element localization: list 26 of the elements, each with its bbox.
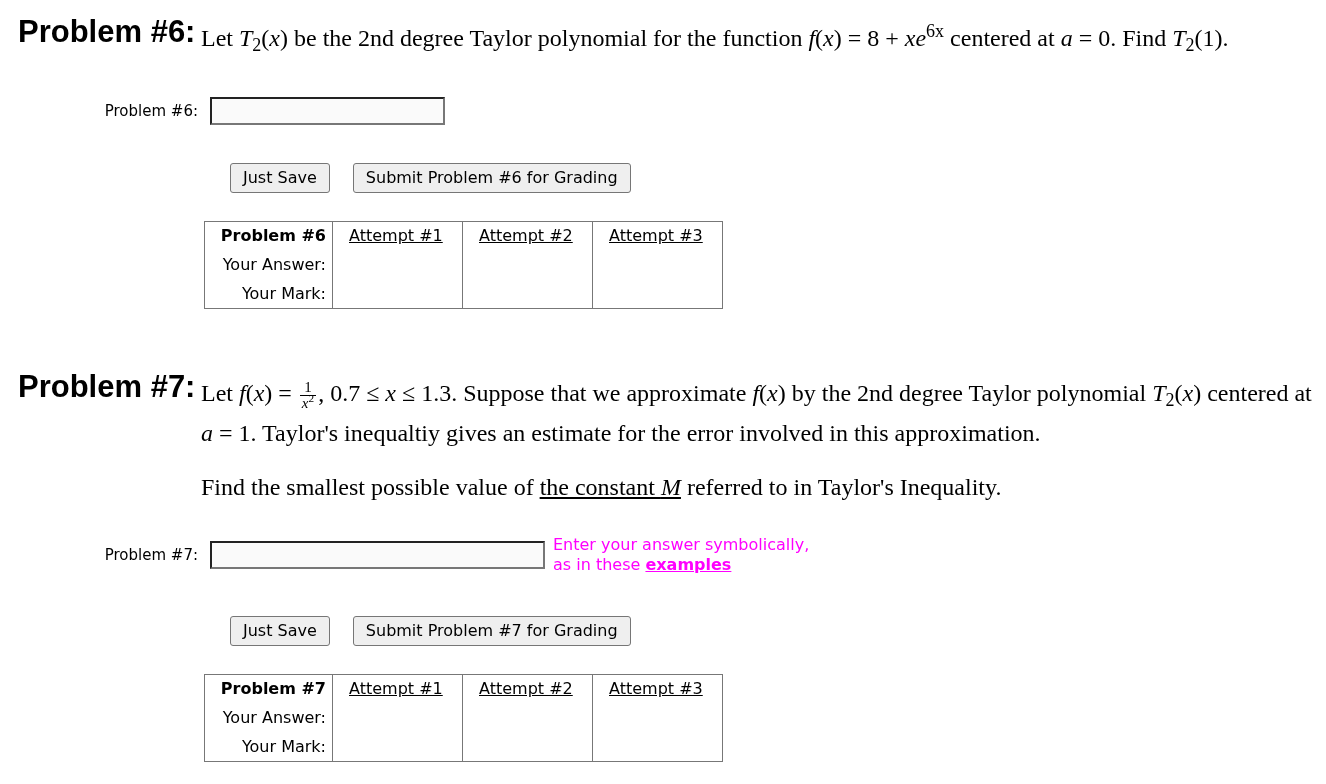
answer-hint: Enter your answer symbolically, as in these examples — [553, 535, 811, 575]
attempt-link[interactable]: Attempt #1 — [349, 679, 443, 699]
save-button[interactable]: Just Save — [230, 163, 330, 193]
row-label: Your Answer: — [204, 250, 333, 280]
answer-field[interactable] — [210, 541, 545, 569]
submit-button[interactable]: Submit Problem #6 for Grading — [352, 163, 631, 193]
row-label: Your Mark: — [204, 279, 333, 309]
answer-label: Problem #7: — [104, 546, 198, 564]
table-header: Problem #6 — [204, 221, 333, 251]
row-label: Your Mark: — [204, 732, 333, 762]
link[interactable]: the constant M — [539, 474, 681, 500]
table-header: Problem #7 — [204, 674, 333, 704]
attempt-link[interactable]: Attempt #3 — [609, 226, 703, 246]
problem-heading: Problem #7: — [17, 371, 197, 403]
problem-statement: Let T$_{2}$(x) be the 2nd degree Taylor polynomial for the function f(x) = 8 + xe$^{6x}$ centered at a = 0. Find T$_{2}$(1). — [201, 20, 1229, 57]
attempt-link[interactable]: Attempt #3 — [609, 679, 703, 699]
problem-statement: Find the smallest possible value of the constant M referred to in Taylor's Inequality. — [201, 473, 1003, 502]
answer-field[interactable] — [210, 97, 445, 125]
problem-heading: Problem #6: — [17, 16, 197, 48]
answer-label: Problem #6: — [104, 102, 198, 120]
attempt-link[interactable]: Attempt #1 — [349, 226, 443, 246]
row-label: Your Answer: — [204, 703, 333, 733]
save-button[interactable]: Just Save — [230, 616, 330, 646]
attempt-link[interactable]: Attempt #2 — [479, 679, 573, 699]
attempt-link[interactable]: Attempt #2 — [479, 226, 573, 246]
submit-button[interactable]: Submit Problem #7 for Grading — [352, 616, 631, 646]
